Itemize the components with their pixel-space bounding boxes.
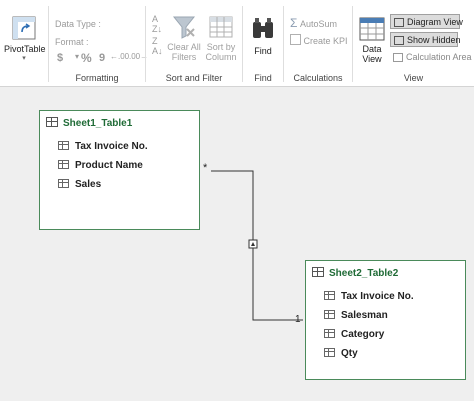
one-cardinality-marker: 1	[295, 314, 301, 325]
chevron-down-icon: ▾	[22, 55, 26, 62]
sort-ascending-icon[interactable]: A Z↓	[152, 14, 162, 34]
comma-button[interactable]: 9	[99, 52, 105, 64]
autosum-button[interactable]: Σ AutoSum	[290, 16, 337, 30]
column-item[interactable]: Tax Invoice No.	[324, 291, 414, 302]
column-icon	[324, 291, 335, 300]
pivottable-button[interactable]: PivotTable ▾	[4, 16, 46, 64]
data-view-icon	[359, 17, 385, 41]
formatting-group-label: Formatting	[75, 73, 119, 83]
clear-all-filters-button[interactable]: Clear All Filters	[166, 14, 202, 62]
column-name: Category	[341, 329, 385, 340]
view-group-label: View	[403, 73, 424, 83]
clear-filters-line1: Clear All	[167, 42, 201, 52]
ribbon: PivotTable ▾ Data Type : Format : $ ▾ % …	[0, 0, 474, 87]
column-icon	[324, 348, 335, 357]
sort-filter-group: A Z↓ Z A↓ Clear All Filters Sort by Column…	[146, 0, 242, 86]
calculation-area-button[interactable]: Calculation Area	[390, 50, 474, 65]
table-name: Sheet2_Table2	[329, 268, 399, 279]
percent-button[interactable]: %	[81, 51, 92, 65]
column-name: Product Name	[75, 160, 143, 171]
filter-clear-icon	[172, 16, 196, 39]
sort-by-line2: Column	[205, 52, 237, 62]
column-item[interactable]: Category	[324, 329, 384, 340]
table-icon	[46, 117, 58, 127]
create-kpi-label: Create KPI	[303, 36, 348, 46]
show-hidden-label: Show Hidden	[407, 35, 461, 45]
sort-descending-icon[interactable]: Z A↓	[152, 36, 163, 56]
formatting-group: Data Type : Format : $ ▾ % 9 ←.00 .00→ F…	[49, 0, 148, 86]
table-name: Sheet1_Table1	[63, 118, 133, 129]
pivottable-group: PivotTable ▾	[0, 0, 48, 86]
column-name: Tax Invoice No.	[75, 141, 148, 152]
table-card-sheet2-table2[interactable]: Sheet2_Table2 Tax Invoice No. Salesman C…	[305, 260, 466, 380]
currency-button[interactable]: $	[57, 52, 63, 64]
kpi-icon	[290, 34, 301, 45]
table-card-sheet1-table1[interactable]: Sheet1_Table1 Tax Invoice No. Product Na…	[39, 110, 200, 230]
column-item[interactable]: Tax Invoice No.	[58, 141, 148, 152]
calculation-area-label: Calculation Area	[406, 52, 472, 62]
find-group: Find Find	[243, 0, 283, 86]
sigma-icon: Σ	[290, 16, 298, 30]
calculation-area-icon	[393, 53, 403, 62]
calculations-group-label: Calculations	[293, 73, 343, 83]
increase-decimal-icon[interactable]: ←.00	[110, 52, 129, 61]
diagram-canvas[interactable]: * 1 Sheet1_Table1 Tax Invoice No. Produc…	[0, 87, 474, 401]
column-name: Qty	[341, 348, 358, 359]
create-kpi-button[interactable]: Create KPI	[290, 34, 348, 46]
sort-by-column-icon	[209, 16, 233, 38]
sort-by-line1: Sort by	[206, 42, 236, 52]
column-name: Tax Invoice No.	[341, 291, 414, 302]
pivottable-icon	[12, 16, 36, 40]
column-item[interactable]: Sales	[58, 179, 101, 190]
format-dropdown[interactable]: Format :	[55, 37, 89, 47]
data-view-line1: Data	[362, 44, 382, 54]
column-icon	[324, 310, 335, 319]
diagram-icon	[394, 18, 404, 27]
column-name: Salesman	[341, 310, 388, 321]
autosum-label: AutoSum	[299, 19, 337, 29]
chevron-down-icon: ▾	[75, 52, 80, 61]
diagram-view-button[interactable]: Diagram View	[390, 14, 463, 29]
find-button-label: Find	[254, 46, 272, 56]
sort-by-column-button[interactable]: Sort by Column	[202, 14, 240, 62]
data-type-dropdown[interactable]: Data Type :	[55, 19, 101, 29]
view-group: Data View Diagram View Show Hidden Calcu…	[353, 0, 474, 86]
clear-filters-line2: Filters	[171, 52, 197, 62]
column-icon	[324, 329, 335, 338]
column-item[interactable]: Product Name	[58, 160, 143, 171]
diagram-view-label: Diagram View	[407, 17, 463, 27]
pivottable-label: PivotTable	[4, 44, 46, 54]
column-item[interactable]: Qty	[324, 348, 358, 359]
show-hidden-button[interactable]: Show Hidden	[390, 32, 461, 47]
data-view-button[interactable]: Data View	[357, 16, 387, 64]
calculations-group: Σ AutoSum Create KPI Calculations	[284, 0, 352, 86]
table-title: Sheet1_Table1	[46, 117, 132, 129]
find-button[interactable]: Find	[245, 16, 281, 56]
show-hidden-icon	[394, 36, 404, 45]
column-name: Sales	[75, 179, 102, 190]
column-icon	[58, 141, 69, 150]
sort-filter-group-label: Sort and Filter	[165, 73, 223, 83]
column-icon	[58, 160, 69, 169]
column-item[interactable]: Salesman	[324, 310, 388, 321]
table-icon	[312, 267, 324, 277]
column-icon	[58, 179, 69, 188]
binoculars-icon	[253, 18, 273, 38]
many-cardinality-marker: *	[203, 162, 208, 174]
table-title: Sheet2_Table2	[312, 267, 398, 279]
data-view-line2: View	[362, 54, 382, 64]
find-group-label: Find	[254, 73, 272, 83]
